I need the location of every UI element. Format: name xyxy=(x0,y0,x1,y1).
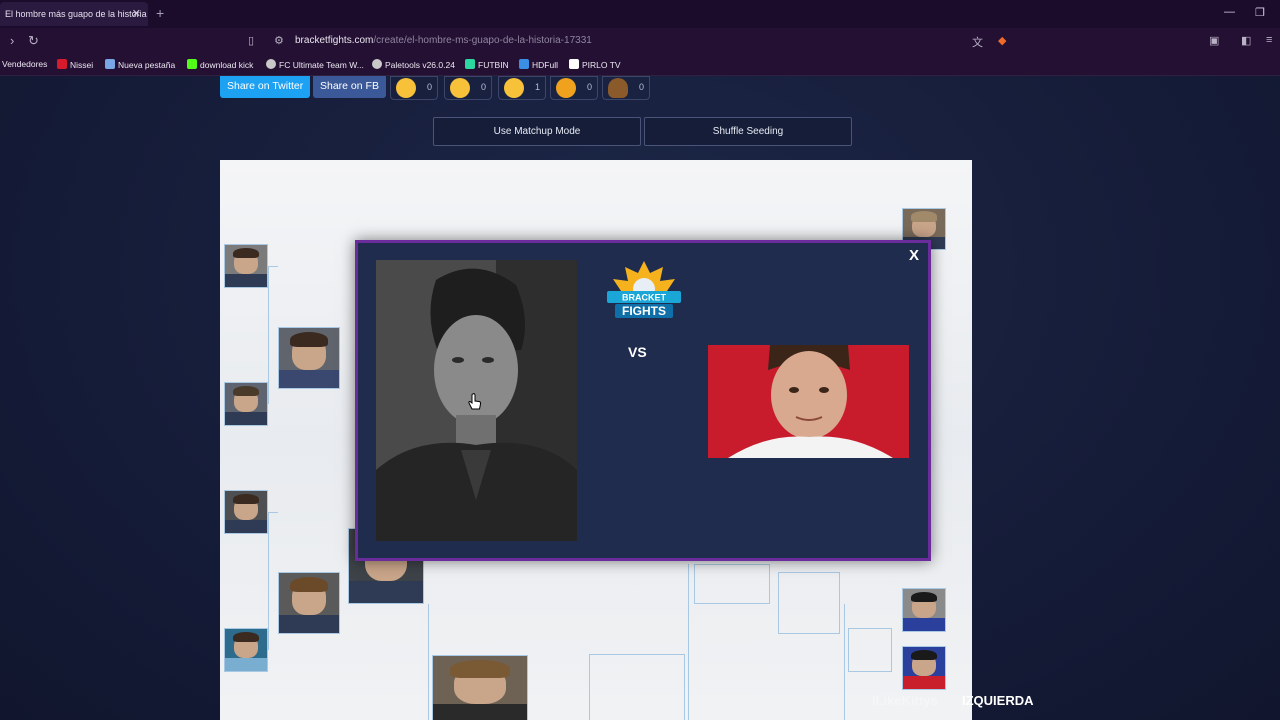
pirlo-icon xyxy=(569,59,579,69)
tab-close-icon[interactable]: ✕ xyxy=(132,2,141,26)
portrait-right xyxy=(708,345,909,458)
laugh-reaction-button[interactable]: 0 xyxy=(444,76,492,100)
bookmark-download-kick[interactable]: download kick xyxy=(187,59,253,70)
contender-right-image[interactable] xyxy=(708,345,909,458)
logo-text-top: BRACKET xyxy=(622,293,667,303)
neutral-reaction-button[interactable]: 1 xyxy=(498,76,546,100)
bookmark-paletools[interactable]: Paletools v26.0.24 xyxy=(372,59,455,70)
empty-bracket-slot xyxy=(589,654,685,720)
empty-bracket-slot xyxy=(694,564,770,604)
bookmark-fc-ultimate[interactable]: FC Ultimate Team W... xyxy=(266,59,364,70)
futbin-icon xyxy=(465,59,475,69)
heart-eyes-icon xyxy=(396,78,416,98)
poop-reaction-button[interactable]: 0 xyxy=(602,76,650,100)
contestant-thumb[interactable] xyxy=(278,572,340,634)
sidebar-panel-icon[interactable]: ▣ xyxy=(1209,34,1219,47)
matchup-mode-button[interactable]: Use Matchup Mode xyxy=(433,117,641,146)
reload-icon[interactable]: ↻ xyxy=(28,33,39,49)
bookmark-vendedores[interactable]: Vendedores xyxy=(2,59,47,69)
bookmark-hdfull[interactable]: HDFull xyxy=(519,59,558,70)
minimize-icon[interactable]: — xyxy=(1224,6,1235,18)
angry-face-icon xyxy=(556,78,576,98)
forward-icon[interactable]: › xyxy=(10,33,14,48)
site-settings-icon[interactable]: ⚙ xyxy=(274,34,284,47)
matchup-modal: X BRACKET FIGHTS VS xyxy=(355,240,931,561)
empty-bracket-slot xyxy=(778,572,840,634)
menu-icon[interactable]: ≡ xyxy=(1266,34,1272,46)
bookmark-icon[interactable]: ▯ xyxy=(248,34,254,47)
page-content: Share on Twitter Share on FB 0 0 1 0 0 U… xyxy=(0,76,1280,720)
empty-bracket-slot xyxy=(848,628,892,672)
url-path: /create/el-hombre-ms-guapo-de-la-histori… xyxy=(373,35,592,46)
contestant-thumb[interactable] xyxy=(224,382,268,426)
angry-reaction-button[interactable]: 0 xyxy=(550,76,598,100)
contestant-thumb[interactable] xyxy=(224,244,268,288)
logo-text-bottom: FIGHTS xyxy=(622,304,666,318)
globe-icon xyxy=(372,59,382,69)
reading-view-icon[interactable]: ◧ xyxy=(1241,34,1251,47)
bookmarks-bar: Vendedores Nissei Nueva pestaña download… xyxy=(0,56,1280,76)
translate-icon[interactable]: 文 xyxy=(972,34,983,50)
bookmark-futbin[interactable]: FUTBIN xyxy=(465,59,509,70)
contestant-thumb[interactable] xyxy=(278,327,340,389)
bookmark-nueva-pestana[interactable]: Nueva pestaña xyxy=(105,59,175,70)
browser-tab[interactable]: El hombre más guapo de la historia ✕ xyxy=(0,2,148,26)
contestant-thumb[interactable] xyxy=(224,628,268,672)
streamer-handle: ILikeKittys xyxy=(872,693,938,708)
restore-icon[interactable]: ❐ xyxy=(1255,6,1265,19)
neutral-face-icon xyxy=(504,78,524,98)
address-bar: › ↻ ▯ ⚙ bracketfights.com/create/el-homb… xyxy=(0,28,1280,56)
hdfull-icon xyxy=(519,59,529,69)
bookmark-nissei[interactable]: Nissei xyxy=(57,59,93,70)
kick-icon xyxy=(187,59,197,69)
shuffle-seeding-button[interactable]: Shuffle Seeding xyxy=(644,117,852,146)
brave-shield-icon[interactable]: ◆ xyxy=(998,34,1006,47)
direction-label: IZQUIERDA xyxy=(962,693,1034,708)
bookmark-pirlo-tv[interactable]: PIRLO TV xyxy=(569,59,621,70)
url-field[interactable]: bracketfights.com/create/el-hombre-ms-gu… xyxy=(295,35,592,46)
nissei-icon xyxy=(57,59,67,69)
flag-icon xyxy=(105,59,115,69)
vs-label: VS xyxy=(628,344,647,360)
new-tab-button[interactable]: + xyxy=(156,5,164,21)
url-domain: bracketfights.com xyxy=(295,35,374,46)
contestant-thumb[interactable] xyxy=(902,646,946,690)
globe-icon xyxy=(266,59,276,69)
share-twitter-button[interactable]: Share on Twitter xyxy=(220,76,311,98)
modal-close-button[interactable]: X xyxy=(909,247,919,264)
tab-title: El hombre más guapo de la historia xyxy=(5,9,147,19)
bracketfights-logo: BRACKET FIGHTS xyxy=(607,261,681,318)
contestant-thumb[interactable] xyxy=(902,588,946,632)
hand-cursor-icon xyxy=(468,393,482,410)
love-reaction-button[interactable]: 0 xyxy=(390,76,438,100)
tab-bar: El hombre más guapo de la historia ✕ + —… xyxy=(0,0,1280,28)
contestant-thumb[interactable] xyxy=(432,655,528,720)
contestant-thumb[interactable] xyxy=(224,490,268,534)
share-fb-button[interactable]: Share on FB xyxy=(313,76,386,98)
laugh-icon xyxy=(450,78,470,98)
poop-icon xyxy=(608,78,628,98)
